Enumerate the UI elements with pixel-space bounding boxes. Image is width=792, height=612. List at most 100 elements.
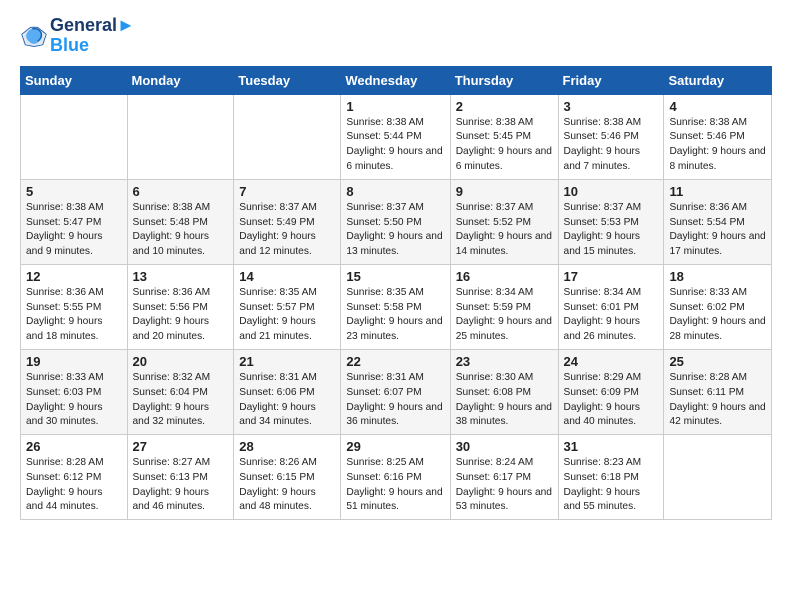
day-number: 21: [239, 354, 335, 369]
cell-details: Sunrise: 8:38 AM Sunset: 5:44 PM Dayligh…: [346, 116, 444, 175]
calendar-cell: 15 Sunrise: 8:35 AM Sunset: 5:58 PM Dayli…: [341, 264, 450, 349]
calendar-cell: 27Sunrise: 8:27 AM Sunset: 6:13 PM Dayli…: [127, 435, 234, 520]
cell-details: Sunrise: 8:37 AM Sunset: 5:53 PM Dayligh…: [564, 201, 659, 260]
day-number: 2: [456, 99, 553, 114]
day-number: 4: [669, 99, 766, 114]
calendar-cell: 20 Sunrise: 8:32 AM Sunset: 6:04 PM Dayli…: [127, 349, 234, 434]
calendar-cell: 11 Sunrise: 8:36 AM Sunset: 5:54 PM Dayli…: [664, 179, 772, 264]
calendar-table: SundayMondayTuesdayWednesdayThursdayFrid…: [20, 66, 772, 521]
day-number: 29: [346, 439, 444, 454]
day-number: 19: [26, 354, 122, 369]
calendar-cell: 10 Sunrise: 8:37 AM Sunset: 5:53 PM Dayli…: [558, 179, 664, 264]
day-number: 23: [456, 354, 553, 369]
cell-details: Sunrise: 8:36 AM Sunset: 5:56 PM Dayligh…: [133, 286, 229, 345]
day-number: 12: [26, 269, 122, 284]
day-number: 22: [346, 354, 444, 369]
cell-details: Sunrise: 8:37 AM Sunset: 5:50 PM Dayligh…: [346, 201, 444, 260]
calendar-cell: 7 Sunrise: 8:37 AM Sunset: 5:49 PM Daylig…: [234, 179, 341, 264]
calendar-cell: 12 Sunrise: 8:36 AM Sunset: 5:55 PM Dayli…: [21, 264, 128, 349]
calendar-week-row: 12 Sunrise: 8:36 AM Sunset: 5:55 PM Dayli…: [21, 264, 772, 349]
calendar-cell: 29 Sunrise: 8:25 AM Sunset: 6:16 PM Dayli…: [341, 435, 450, 520]
day-number: 30: [456, 439, 553, 454]
weekday-header-tuesday: Tuesday: [234, 66, 341, 94]
calendar-week-row: 19 Sunrise: 8:33 AM Sunset: 6:03 PM Dayli…: [21, 349, 772, 434]
calendar-cell: 6 Sunrise: 8:38 AM Sunset: 5:48 PM Daylig…: [127, 179, 234, 264]
cell-details: Sunrise: 8:33 AM Sunset: 6:03 PM Dayligh…: [26, 371, 122, 430]
cell-details: Sunrise: 8:31 AM Sunset: 6:06 PM Dayligh…: [239, 371, 335, 430]
day-number: 20: [133, 354, 229, 369]
cell-details: Sunrise: 8:37 AM Sunset: 5:49 PM Dayligh…: [239, 201, 335, 260]
calendar-cell: 26Sunrise: 8:28 AM Sunset: 6:12 PM Dayli…: [21, 435, 128, 520]
calendar-cell: 8 Sunrise: 8:37 AM Sunset: 5:50 PM Daylig…: [341, 179, 450, 264]
day-number: 13: [133, 269, 229, 284]
day-number: 5: [26, 184, 122, 199]
weekday-header-wednesday: Wednesday: [341, 66, 450, 94]
cell-details: Sunrise: 8:32 AM Sunset: 6:04 PM Dayligh…: [133, 371, 229, 430]
cell-details: Sunrise: 8:34 AM Sunset: 6:01 PM Dayligh…: [564, 286, 659, 345]
day-number: 10: [564, 184, 659, 199]
calendar-cell: [664, 435, 772, 520]
calendar-cell: 4 Sunrise: 8:38 AM Sunset: 5:46 PM Daylig…: [664, 94, 772, 179]
cell-details: Sunrise: 8:34 AM Sunset: 5:59 PM Dayligh…: [456, 286, 553, 345]
calendar-cell: 13 Sunrise: 8:36 AM Sunset: 5:56 PM Dayli…: [127, 264, 234, 349]
cell-details: Sunrise: 8:35 AM Sunset: 5:58 PM Dayligh…: [346, 286, 444, 345]
calendar-cell: 2 Sunrise: 8:38 AM Sunset: 5:45 PM Daylig…: [450, 94, 558, 179]
day-number: 14: [239, 269, 335, 284]
calendar-week-row: 1Sunrise: 8:38 AM Sunset: 5:44 PM Daylig…: [21, 94, 772, 179]
day-number: 15: [346, 269, 444, 284]
cell-details: Sunrise: 8:30 AM Sunset: 6:08 PM Dayligh…: [456, 371, 553, 430]
page-container: General► Blue SundayMondayTuesdayWednesd…: [0, 0, 792, 530]
day-number: 31: [564, 439, 659, 454]
calendar-week-row: 5 Sunrise: 8:38 AM Sunset: 5:47 PM Daylig…: [21, 179, 772, 264]
day-number: 25: [669, 354, 766, 369]
cell-details: Sunrise: 8:38 AM Sunset: 5:45 PM Dayligh…: [456, 116, 553, 175]
calendar-cell: 17 Sunrise: 8:34 AM Sunset: 6:01 PM Dayli…: [558, 264, 664, 349]
calendar-cell: 19 Sunrise: 8:33 AM Sunset: 6:03 PM Dayli…: [21, 349, 128, 434]
cell-details: Sunrise: 8:38 AM Sunset: 5:47 PM Dayligh…: [26, 201, 122, 260]
page-header: General► Blue: [20, 16, 772, 56]
cell-details: Sunrise: 8:38 AM Sunset: 5:46 PM Dayligh…: [669, 116, 766, 175]
calendar-cell: 28Sunrise: 8:26 AM Sunset: 6:15 PM Dayli…: [234, 435, 341, 520]
logo: General► Blue: [20, 16, 135, 56]
day-number: 11: [669, 184, 766, 199]
calendar-cell: 16 Sunrise: 8:34 AM Sunset: 5:59 PM Dayli…: [450, 264, 558, 349]
calendar-cell: 22Sunrise: 8:31 AM Sunset: 6:07 PM Dayli…: [341, 349, 450, 434]
cell-details: Sunrise: 8:38 AM Sunset: 5:46 PM Dayligh…: [564, 116, 659, 175]
cell-details: Sunrise: 8:36 AM Sunset: 5:55 PM Dayligh…: [26, 286, 122, 345]
cell-details: Sunrise: 8:24 AM Sunset: 6:17 PM Dayligh…: [456, 456, 553, 515]
calendar-week-row: 26Sunrise: 8:28 AM Sunset: 6:12 PM Dayli…: [21, 435, 772, 520]
cell-details: Sunrise: 8:36 AM Sunset: 5:54 PM Dayligh…: [669, 201, 766, 260]
calendar-header-row: SundayMondayTuesdayWednesdayThursdayFrid…: [21, 66, 772, 94]
calendar-cell: 21 Sunrise: 8:31 AM Sunset: 6:06 PM Dayli…: [234, 349, 341, 434]
day-number: 3: [564, 99, 659, 114]
cell-details: Sunrise: 8:29 AM Sunset: 6:09 PM Dayligh…: [564, 371, 659, 430]
cell-details: Sunrise: 8:27 AM Sunset: 6:13 PM Dayligh…: [133, 456, 229, 515]
cell-details: Sunrise: 8:26 AM Sunset: 6:15 PM Dayligh…: [239, 456, 335, 515]
day-number: 6: [133, 184, 229, 199]
calendar-cell: 14Sunrise: 8:35 AM Sunset: 5:57 PM Dayli…: [234, 264, 341, 349]
weekday-header-thursday: Thursday: [450, 66, 558, 94]
cell-details: Sunrise: 8:23 AM Sunset: 6:18 PM Dayligh…: [564, 456, 659, 515]
day-number: 17: [564, 269, 659, 284]
day-number: 8: [346, 184, 444, 199]
calendar-cell: [21, 94, 128, 179]
day-number: 18: [669, 269, 766, 284]
calendar-cell: 5 Sunrise: 8:38 AM Sunset: 5:47 PM Daylig…: [21, 179, 128, 264]
day-number: 7: [239, 184, 335, 199]
calendar-cell: 30 Sunrise: 8:24 AM Sunset: 6:17 PM Dayli…: [450, 435, 558, 520]
calendar-cell: 24Sunrise: 8:29 AM Sunset: 6:09 PM Dayli…: [558, 349, 664, 434]
cell-details: Sunrise: 8:38 AM Sunset: 5:48 PM Dayligh…: [133, 201, 229, 260]
cell-details: Sunrise: 8:28 AM Sunset: 6:11 PM Dayligh…: [669, 371, 766, 430]
day-number: 16: [456, 269, 553, 284]
cell-details: Sunrise: 8:28 AM Sunset: 6:12 PM Dayligh…: [26, 456, 122, 515]
day-number: 9: [456, 184, 553, 199]
logo-text: General► Blue: [50, 16, 135, 56]
cell-details: Sunrise: 8:37 AM Sunset: 5:52 PM Dayligh…: [456, 201, 553, 260]
calendar-cell: [127, 94, 234, 179]
calendar-cell: 18 Sunrise: 8:33 AM Sunset: 6:02 PM Dayli…: [664, 264, 772, 349]
cell-details: Sunrise: 8:33 AM Sunset: 6:02 PM Dayligh…: [669, 286, 766, 345]
weekday-header-sunday: Sunday: [21, 66, 128, 94]
weekday-header-friday: Friday: [558, 66, 664, 94]
cell-details: Sunrise: 8:25 AM Sunset: 6:16 PM Dayligh…: [346, 456, 444, 515]
calendar-cell: 1Sunrise: 8:38 AM Sunset: 5:44 PM Daylig…: [341, 94, 450, 179]
